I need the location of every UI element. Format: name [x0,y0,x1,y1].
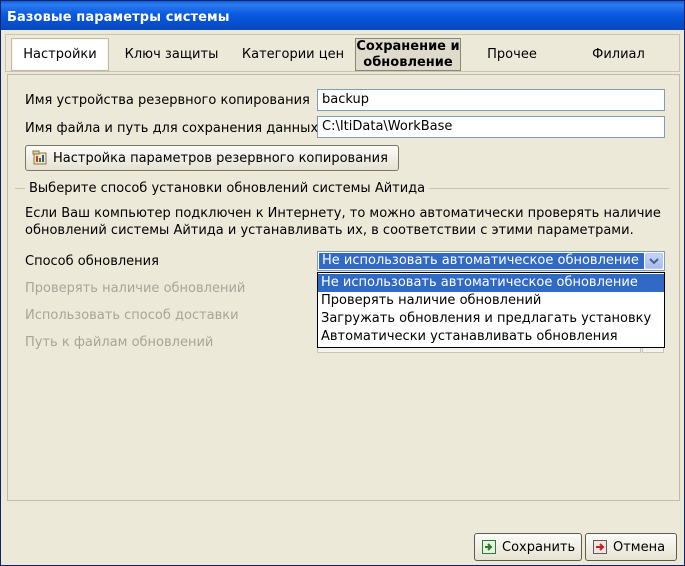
update-method-select[interactable]: Не использовать автоматическое обновлени… [317,251,665,271]
group-line-left [15,188,25,189]
backup-path-input[interactable]: C:\ItiData\WorkBase [317,116,665,138]
tab-other[interactable]: Прочее [466,38,558,71]
tab-protection-key-label: Ключ защиты [124,46,219,62]
tab-price-categories[interactable]: Категории цен [234,38,352,71]
update-method-label: Способ обновления [25,254,159,269]
update-option-none[interactable]: Не использовать автоматическое обновлени… [318,274,664,292]
save-button-label: Сохранить [502,539,576,555]
tab-protection-key[interactable]: Ключ защиты [114,38,229,71]
updates-path-label: Путь к файлам обновлений [25,335,214,350]
tab-settings-label: Настройки [23,46,97,62]
backup-path-label: Имя файла и путь для сохранения данных [25,121,319,136]
backup-settings-button[interactable]: Настройка параметров резервного копирова… [25,145,399,171]
backup-device-label: Имя устройства резервного копирования [25,93,310,108]
backup-settings-icon [32,150,48,166]
update-method-dropdown: Не использовать автоматическое обновлени… [317,272,665,348]
tab-other-label: Прочее [487,46,537,62]
update-method-selected-value: Не использовать автоматическое обновлени… [319,253,644,269]
update-option-check[interactable]: Проверять наличие обновлений [318,292,664,310]
tab-branch-label: Филиал [592,46,645,62]
settings-window: Базовые параметры системы Настройки Ключ… [0,0,685,566]
updates-description-line1: Если Ваш компьютер подключен к Интернету… [25,206,661,221]
backup-device-input[interactable]: backup [317,89,665,111]
tab-settings[interactable]: Настройки [11,38,109,71]
tab-branch[interactable]: Филиал [566,38,671,71]
cancel-button-label: Отмена [613,539,666,555]
update-option-download[interactable]: Загружать обновления и предлагать устано… [318,310,664,328]
tab-bar: Настройки Ключ защиты Категории цен Сохр… [5,34,680,72]
cancel-button[interactable]: Отмена [585,533,677,561]
cancel-icon [592,539,608,555]
tab-save-and-update-label: Сохранение и обновление [356,38,460,70]
updates-description-line2: обновлений системы Айтида и устанавливат… [25,223,634,238]
tab-price-categories-label: Категории цен [241,46,345,62]
save-button[interactable]: Сохранить [474,533,582,561]
chevron-down-icon[interactable] [645,253,663,269]
window-title: Базовые параметры системы [7,10,230,25]
save-icon [481,539,497,555]
check-updates-label: Проверять наличие обновлений [25,281,246,296]
window-titlebar[interactable]: Базовые параметры системы [1,1,684,30]
delivery-method-label: Использовать способ доставки [25,308,239,323]
group-line-right [429,188,669,189]
update-option-auto-install[interactable]: Автоматически устанавливать обновления [318,328,664,346]
updates-group-title: Выберите способ установки обновлений сис… [29,181,426,196]
backup-settings-button-label: Настройка параметров резервного копирова… [53,150,388,166]
tab-save-and-update[interactable]: Сохранение и обновление [355,38,461,71]
